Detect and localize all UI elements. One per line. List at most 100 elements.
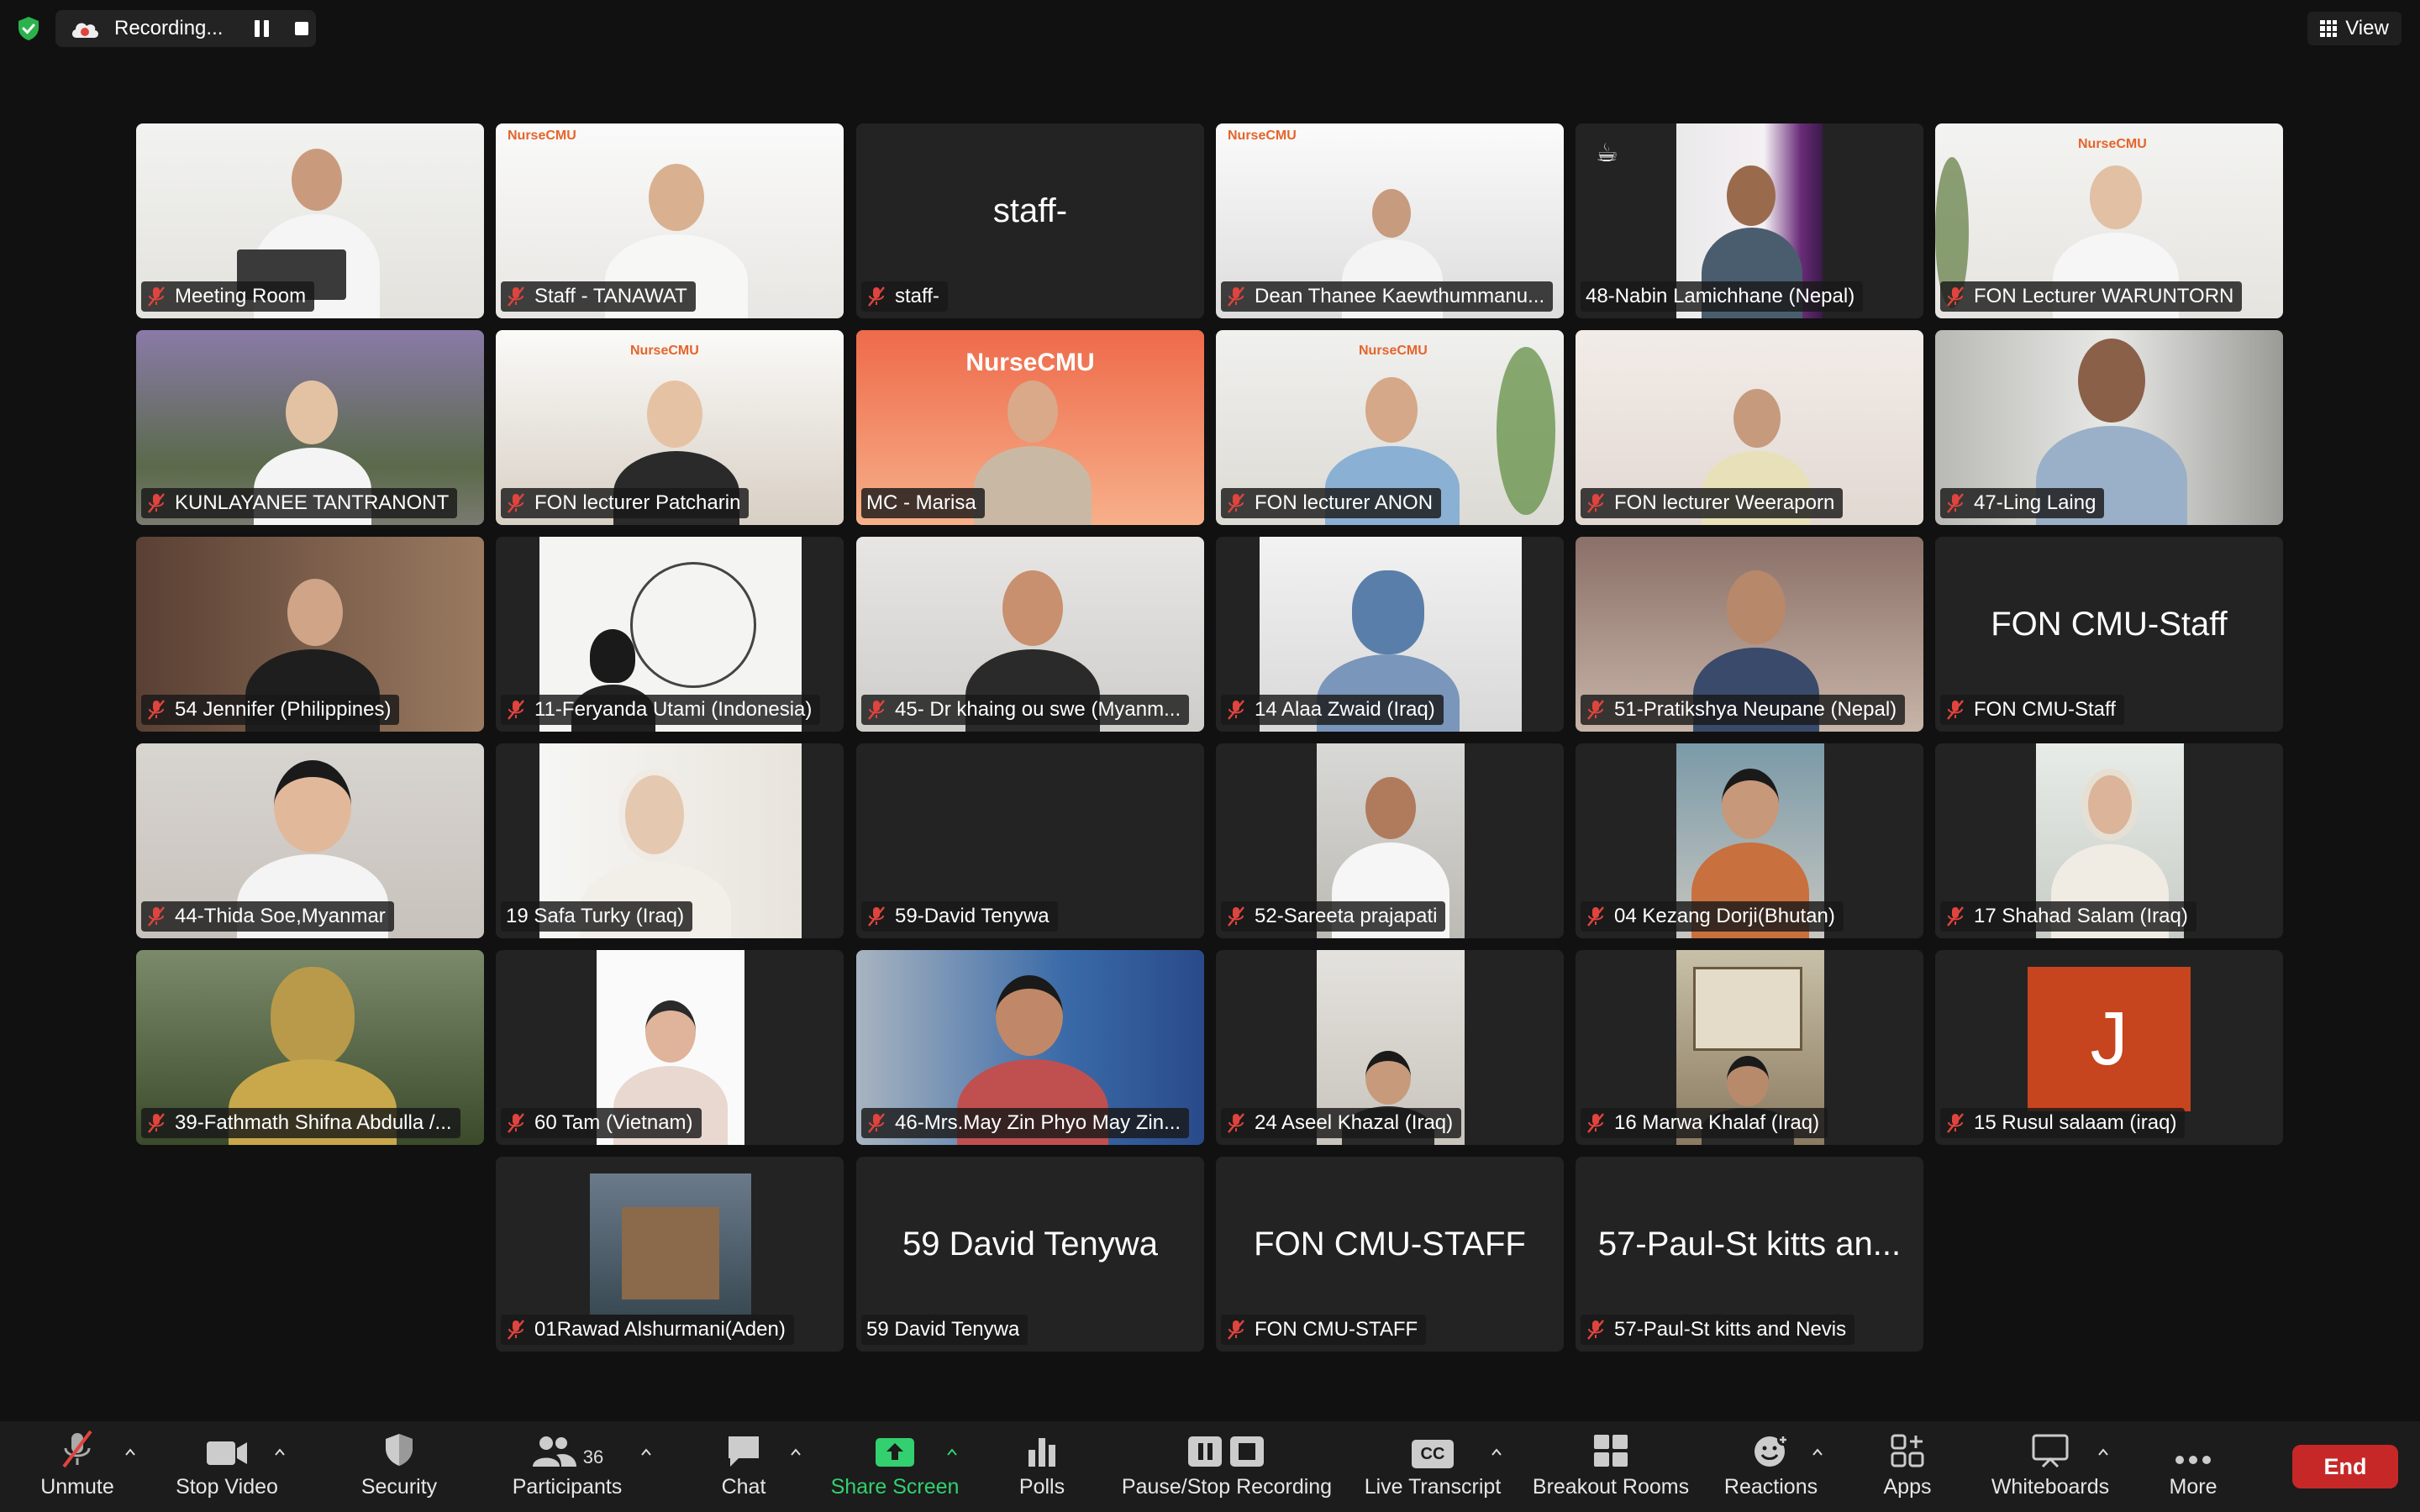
- video-tile[interactable]: 51-Pratikshya Neupane (Nepal): [1576, 537, 1923, 732]
- chevron-up-icon[interactable]: [1491, 1446, 1502, 1458]
- chevron-up-icon[interactable]: [790, 1446, 802, 1458]
- mic-muted-icon: [1945, 286, 1965, 307]
- shield-icon: [386, 1434, 413, 1466]
- stop-video-button[interactable]: Stop Video: [168, 1421, 286, 1512]
- share-screen-button[interactable]: Share Screen: [828, 1421, 962, 1512]
- participant-count: 36: [582, 1446, 604, 1467]
- video-tile[interactable]: 04 Kezang Dorji(Bhutan): [1576, 743, 1923, 938]
- video-tile[interactable]: 59-David Tenywa: [856, 743, 1204, 938]
- whiteboards-button[interactable]: Whiteboards: [1987, 1421, 2113, 1512]
- video-tile-active-speaker[interactable]: NurseCMU MC - Marisa: [856, 330, 1204, 525]
- video-tile[interactable]: ☕ 48-Nabin Lamichhane (Nepal): [1576, 123, 1923, 318]
- apps-icon: [1891, 1434, 1924, 1467]
- participant-name: 59-David Tenywa: [861, 901, 1058, 932]
- video-tile[interactable]: FON CMU-Staff FON CMU-Staff: [1935, 537, 2283, 732]
- video-tile[interactable]: 47-Ling Laing: [1935, 330, 2283, 525]
- participant-name: Meeting Room: [141, 281, 315, 312]
- video-tile[interactable]: 14 Alaa Zwaid (Iraq): [1216, 537, 1564, 732]
- view-button[interactable]: View: [2307, 12, 2402, 45]
- closed-captions-icon: CC: [1412, 1440, 1454, 1468]
- video-tile[interactable]: 11-Feryanda Utami (Indonesia): [496, 537, 844, 732]
- video-tile[interactable]: NurseCMU FON lecturer Patcharin: [496, 330, 844, 525]
- participant-name: 47-Ling Laing: [1940, 488, 2105, 518]
- stop-recording-icon[interactable]: [295, 22, 309, 35]
- video-tile[interactable]: 57-Paul-St kitts an... 57-Paul-St kitts …: [1576, 1157, 1923, 1352]
- mic-muted-icon: [506, 1319, 526, 1341]
- more-button[interactable]: More: [2160, 1421, 2227, 1512]
- breakout-rooms-icon: [1594, 1435, 1628, 1467]
- pause-stop-recording-icon: [1188, 1436, 1264, 1467]
- whiteboard-icon: [2032, 1434, 2069, 1468]
- video-tile[interactable]: J 15 Rusul salaam (iraq): [1935, 950, 2283, 1145]
- mic-muted-icon: [62, 1430, 92, 1468]
- end-meeting-button[interactable]: End: [2292, 1445, 2398, 1488]
- video-tile[interactable]: Meeting Room: [136, 123, 484, 318]
- apps-button[interactable]: Apps: [1874, 1421, 1941, 1512]
- video-tile[interactable]: 60 Tam (Vietnam): [496, 950, 844, 1145]
- video-tile[interactable]: 59 David Tenywa 59 David Tenywa: [856, 1157, 1204, 1352]
- mic-muted-icon: [1586, 699, 1606, 721]
- participant-name: MC - Marisa: [861, 488, 985, 518]
- display-name-center: staff-: [992, 192, 1068, 229]
- chevron-up-icon[interactable]: [946, 1446, 958, 1458]
- video-tile[interactable]: 19 Safa Turky (Iraq): [496, 743, 844, 938]
- video-tile[interactable]: 54 Jennifer (Philippines): [136, 537, 484, 732]
- participant-name: 52-Sareeta prajapati: [1221, 901, 1446, 932]
- participant-name: FON CMU-STAFF: [1221, 1315, 1427, 1345]
- chevron-up-icon[interactable]: [640, 1446, 652, 1458]
- video-tile[interactable]: FON lecturer Weeraporn: [1576, 330, 1923, 525]
- mic-muted-icon: [866, 286, 886, 307]
- live-transcript-button[interactable]: CC Live Transcript: [1361, 1421, 1504, 1512]
- video-tile[interactable]: 24 Aseel Khazal (Iraq): [1216, 950, 1564, 1145]
- mic-muted-icon: [1945, 699, 1965, 721]
- chat-button[interactable]: Chat: [706, 1421, 781, 1512]
- video-tile[interactable]: staff- staff-: [856, 123, 1204, 318]
- participant-name: 46-Mrs.May Zin Phyo May Zin...: [861, 1108, 1190, 1138]
- video-tile[interactable]: 45- Dr khaing ou swe (Myanm...: [856, 537, 1204, 732]
- video-tile[interactable]: 44-Thida Soe,Myanmar: [136, 743, 484, 938]
- chevron-up-icon[interactable]: [2097, 1446, 2109, 1458]
- video-tile[interactable]: NurseCMU Staff - TANAWAT: [496, 123, 844, 318]
- video-tile[interactable]: 16 Marwa Khalaf (Iraq): [1576, 950, 1923, 1145]
- participant-name: 04 Kezang Dorji(Bhutan): [1581, 901, 1844, 932]
- share-screen-icon: [876, 1438, 914, 1467]
- video-tile[interactable]: 46-Mrs.May Zin Phyo May Zin...: [856, 950, 1204, 1145]
- video-tile[interactable]: 39-Fathmath Shifna Abdulla /...: [136, 950, 484, 1145]
- video-tile[interactable]: NurseCMU FON Lecturer WARUNTORN: [1935, 123, 2283, 318]
- video-tile[interactable]: NurseCMU FON lecturer ANON: [1216, 330, 1564, 525]
- security-shield-icon[interactable]: [15, 15, 42, 42]
- video-tile[interactable]: KUNLAYANEE TANTRANONT: [136, 330, 484, 525]
- video-tile[interactable]: 17 Shahad Salam (Iraq): [1935, 743, 2283, 938]
- unmute-button[interactable]: Unmute: [34, 1421, 121, 1512]
- mic-muted-icon: [866, 906, 886, 927]
- pause-stop-recording-button[interactable]: Pause/Stop Recording: [1122, 1421, 1332, 1512]
- video-tile[interactable]: 01Rawad Alshurmani(Aden): [496, 1157, 844, 1352]
- smiley-add-icon: [1754, 1434, 1789, 1467]
- cloud-recording-icon: [71, 23, 99, 38]
- participants-button[interactable]: 36 Participants: [504, 1421, 630, 1512]
- participant-name: 19 Safa Turky (Iraq): [501, 901, 693, 932]
- pause-recording-icon[interactable]: [255, 20, 270, 37]
- view-label: View: [2345, 17, 2389, 39]
- video-tile[interactable]: FON CMU-STAFF FON CMU-STAFF: [1216, 1157, 1564, 1352]
- chevron-up-icon[interactable]: [124, 1446, 136, 1458]
- reactions-button[interactable]: Reactions: [1724, 1421, 1818, 1512]
- mic-muted-icon: [1945, 906, 1965, 927]
- mic-muted-icon: [1226, 699, 1246, 721]
- chevron-up-icon[interactable]: [274, 1446, 286, 1458]
- polls-button[interactable]: Polls: [1008, 1421, 1076, 1512]
- breakout-rooms-button[interactable]: Breakout Rooms: [1531, 1421, 1691, 1512]
- security-button[interactable]: Security: [353, 1421, 445, 1512]
- participant-name: FON lecturer Patcharin: [501, 488, 750, 518]
- video-tile[interactable]: NurseCMU Dean Thanee Kaewthummanu...: [1216, 123, 1564, 318]
- mic-muted-icon: [1586, 906, 1606, 927]
- video-tile[interactable]: 52-Sareeta prajapati: [1216, 743, 1564, 938]
- polls-icon: [1028, 1438, 1055, 1467]
- display-name-center: 57-Paul-St kitts an...: [1597, 1226, 1902, 1263]
- display-name-center: FON CMU-Staff: [1991, 606, 2228, 643]
- coffee-cup-icon: ☕: [1596, 139, 1618, 167]
- display-name-center: 59 David Tenywa: [902, 1226, 1158, 1263]
- participant-name: 57-Paul-St kitts and Nevis: [1581, 1315, 1855, 1345]
- chevron-up-icon[interactable]: [1812, 1446, 1823, 1458]
- participant-name: 39-Fathmath Shifna Abdulla /...: [141, 1108, 460, 1138]
